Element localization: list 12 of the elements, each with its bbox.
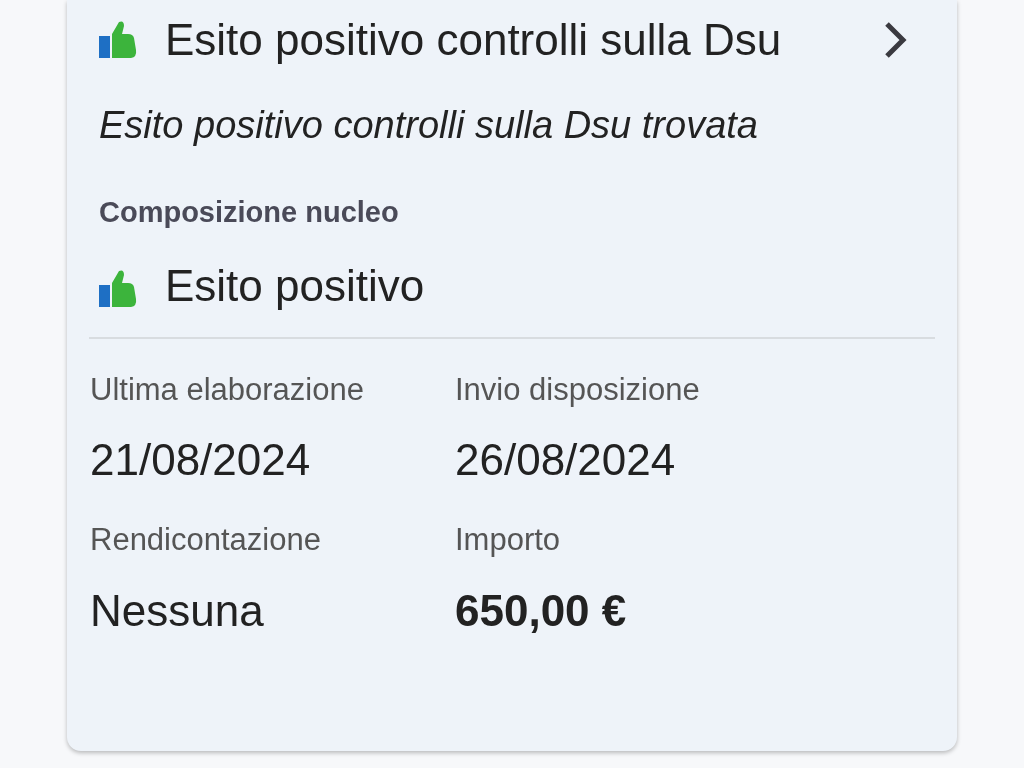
section-result: Esito positivo	[165, 259, 425, 312]
field-label: Invio disposizione	[455, 370, 701, 409]
field-label: Ultima elaborazione	[90, 370, 365, 409]
section-heading: Composizione nucleo	[99, 195, 400, 230]
field-value: Nessuna	[90, 584, 265, 637]
field-label: Importo	[455, 521, 562, 559]
field-value: 21/08/2024	[90, 434, 312, 486]
field-value: 26/08/2024	[455, 434, 677, 486]
check-title: Esito positivo controlli sulla Dsu	[165, 14, 783, 66]
field-label: Rendicontazione	[90, 521, 322, 559]
check-description: Esito positivo controlli sulla Dsu trovata	[99, 103, 759, 148]
field-value: 650,00 €	[455, 584, 628, 637]
